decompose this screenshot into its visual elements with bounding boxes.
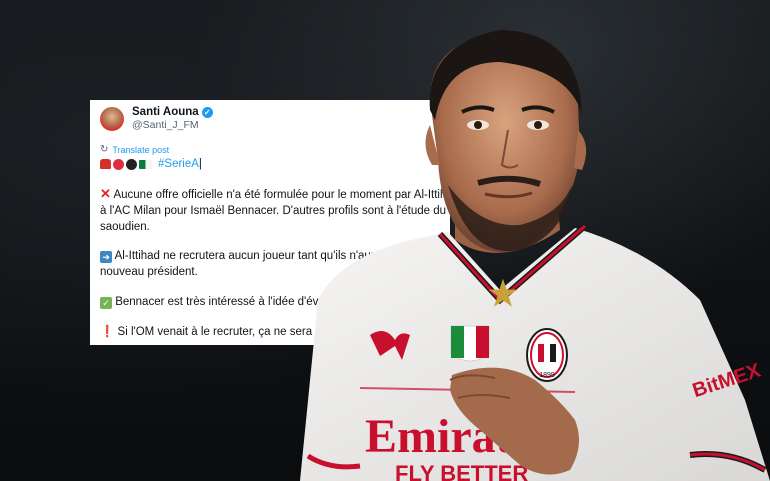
player-photo: 1899 Emirates FLY BETTER BitMEX — [300, 30, 770, 481]
shirt-sponsor-tagline: FLY BETTER — [395, 461, 528, 481]
italy-scudetto-badge — [450, 325, 490, 362]
player-head — [425, 30, 587, 253]
crest-year: 1899 — [539, 372, 555, 379]
